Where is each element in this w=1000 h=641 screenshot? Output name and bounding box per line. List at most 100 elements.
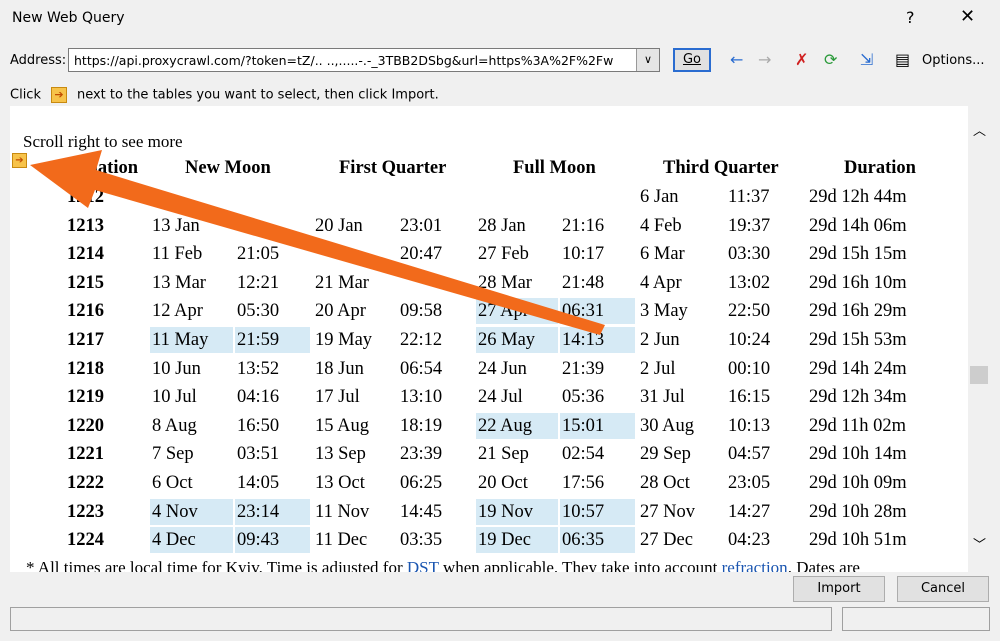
first-quarter-time-cell: 14:45 xyxy=(400,501,443,522)
close-button[interactable]: ✕ xyxy=(960,6,975,27)
first-quarter-time-cell xyxy=(398,184,475,210)
third-quarter-date-cell: 2 Jun xyxy=(640,330,680,350)
duration-cell: 29d 12h 34m xyxy=(809,387,907,408)
back-arrow-icon[interactable]: ← xyxy=(730,50,743,69)
options-button[interactable]: Options... xyxy=(922,53,985,68)
full-moon-time-cell: 21:16 xyxy=(562,215,605,236)
third-quarter-time-cell: 14:27 xyxy=(728,501,771,522)
full-moon-date-cell: 22 Aug xyxy=(476,412,558,439)
first-quarter-time-cell xyxy=(398,270,475,296)
footnote-text: . Dates are xyxy=(787,558,860,572)
table-select-icon[interactable]: ➔ xyxy=(12,153,27,168)
new-moon-time-cell: 21:05 xyxy=(237,244,280,265)
web-page-view[interactable]: Scroll right to see more ➔ Lunation New … xyxy=(10,106,968,572)
duration-cell: 29d 14h 24m xyxy=(809,358,907,379)
scroll-up-icon[interactable]: ︿ xyxy=(973,120,986,139)
footnote: * All times are local time for Kyiv. Tim… xyxy=(26,558,860,572)
new-moon-date-cell: 4 Dec xyxy=(150,527,233,554)
first-quarter-date-cell: 19 May xyxy=(315,330,373,350)
new-moon-date-cell: 6 Oct xyxy=(152,473,193,493)
lunation-cell: 1216 xyxy=(67,301,104,322)
refresh-icon[interactable]: ⟳ xyxy=(824,50,837,69)
third-quarter-time-cell: 00:10 xyxy=(728,358,771,379)
header-full-moon: Full Moon xyxy=(513,158,596,178)
first-quarter-time-cell: 06:54 xyxy=(400,358,443,379)
first-quarter-time-cell: 18:19 xyxy=(400,415,443,436)
full-moon-date-cell: 28 Mar xyxy=(478,272,532,293)
duration-cell: 29d 11h 02m xyxy=(809,415,906,436)
duration-cell: 29d 10h 28m xyxy=(809,501,907,522)
third-quarter-date-cell: 4 Feb xyxy=(640,215,682,236)
instruction-pre: Click xyxy=(10,87,41,103)
first-quarter-date-cell: 11 Nov xyxy=(315,501,370,522)
duration-cell: 29d 15h 53m xyxy=(809,330,907,350)
duration-cell: 29d 14h 06m xyxy=(809,215,907,236)
new-moon-time-cell: 03:51 xyxy=(237,444,280,465)
lunation-cell: 1224 xyxy=(67,530,104,551)
third-quarter-time-cell: 19:37 xyxy=(728,215,771,236)
chevron-down-icon[interactable]: ∨ xyxy=(636,49,659,71)
third-quarter-time-cell: 10:24 xyxy=(728,330,771,350)
options-icon[interactable]: ▤ xyxy=(895,50,910,69)
full-moon-time-cell: 02:54 xyxy=(562,444,605,465)
scroll-down-icon[interactable]: ﹀ xyxy=(973,534,986,553)
full-moon-time-cell: 06:31 xyxy=(560,298,635,325)
new-moon-date-cell: 11 May xyxy=(150,327,233,353)
duration-cell: 29d 12h 44m xyxy=(809,187,907,207)
third-quarter-date-cell: 29 Sep xyxy=(640,444,691,465)
lunation-cell: 1215 xyxy=(67,272,104,293)
address-input[interactable]: https://api.proxycrawl.com/?token=tZ/.. … xyxy=(68,48,660,72)
first-quarter-date-cell: 21 Mar xyxy=(315,272,369,293)
full-moon-date-cell: 21 Sep xyxy=(478,444,529,465)
full-moon-date-cell: 19 Dec xyxy=(476,527,558,554)
full-moon-time-cell: 10:57 xyxy=(560,498,635,525)
new-moon-time-cell: 12:21 xyxy=(237,272,280,293)
first-quarter-date-cell: 13 Sep xyxy=(315,444,366,465)
new-moon-time-cell: 23:14 xyxy=(235,498,310,525)
header-third-quarter: Third Quarter xyxy=(663,158,779,178)
full-moon-time-cell: 14:13 xyxy=(560,327,635,353)
full-moon-date-cell: 28 Jan xyxy=(478,215,526,236)
new-moon-date-cell: 7 Sep xyxy=(152,444,194,465)
vertical-scrollbar[interactable]: ︿ ﹀ xyxy=(968,106,990,572)
address-value[interactable]: https://api.proxycrawl.com/?token=tZ/.. … xyxy=(74,53,634,68)
new-moon-time-cell: 13:52 xyxy=(237,358,280,379)
lunation-cell: 1219 xyxy=(67,387,104,408)
cancel-button[interactable]: Cancel xyxy=(897,576,989,602)
forward-arrow-icon[interactable]: → xyxy=(758,50,771,69)
dst-link[interactable]: DST xyxy=(407,558,439,572)
hide-icons-icon[interactable]: ⇲ xyxy=(860,50,873,69)
scrollbar-thumb[interactable] xyxy=(970,366,988,384)
progress-bar xyxy=(842,607,990,631)
help-button[interactable]: ? xyxy=(906,8,915,27)
lunation-cell: 1220 xyxy=(67,415,104,436)
stop-icon[interactable]: ✗ xyxy=(795,50,808,69)
status-bar xyxy=(10,607,832,631)
third-quarter-time-cell: 04:57 xyxy=(728,444,771,465)
third-quarter-time-cell: 22:50 xyxy=(728,301,771,322)
new-moon-date-cell xyxy=(150,184,233,210)
first-quarter-time-cell: 13:10 xyxy=(400,387,443,408)
first-quarter-time-cell: 22:12 xyxy=(400,330,443,350)
import-button[interactable]: Import xyxy=(793,576,885,602)
third-quarter-date-cell: 31 Jul xyxy=(640,387,685,408)
full-moon-time-cell: 15:01 xyxy=(560,412,635,439)
full-moon-date-cell: 24 Jul xyxy=(478,387,523,408)
full-moon-time-cell: 21:39 xyxy=(562,358,605,379)
full-moon-date-cell: 24 Jun xyxy=(478,358,527,379)
third-quarter-time-cell: 04:23 xyxy=(728,530,771,551)
first-quarter-time-cell: 23:39 xyxy=(400,444,443,465)
new-moon-date-cell: 13 Jan xyxy=(152,215,200,236)
go-button[interactable]: Go xyxy=(673,48,711,72)
first-quarter-date-cell xyxy=(313,184,395,210)
scroll-hint: Scroll right to see more xyxy=(23,132,183,151)
third-quarter-time-cell: 23:05 xyxy=(728,473,771,493)
third-quarter-date-cell: 30 Aug xyxy=(640,415,694,436)
third-quarter-time-cell: 10:13 xyxy=(728,415,771,436)
refraction-link[interactable]: refraction xyxy=(722,558,788,572)
new-moon-time-cell: 09:43 xyxy=(235,527,310,554)
footnote-text: when applicable. They take into account xyxy=(438,558,722,572)
duration-cell: 29d 10h 51m xyxy=(809,530,907,551)
third-quarter-date-cell: 4 Apr xyxy=(640,272,682,293)
new-moon-time-cell: 04:16 xyxy=(237,387,280,408)
